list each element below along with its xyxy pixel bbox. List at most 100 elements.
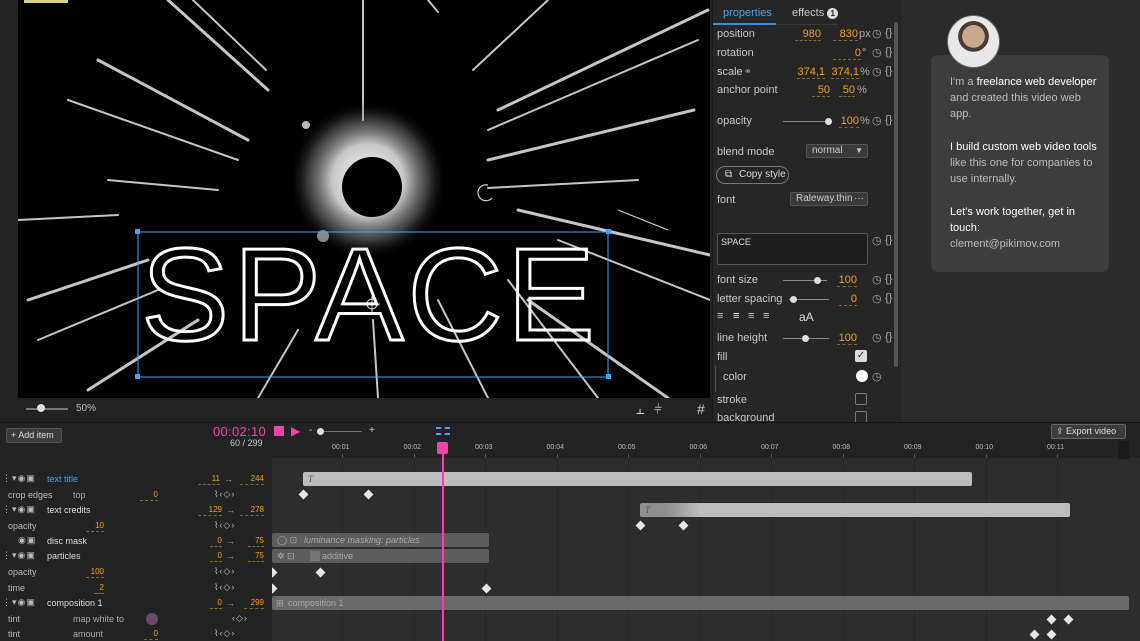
tab-properties[interactable]: properties <box>723 7 772 19</box>
time-ruler[interactable]: 00:01 00:02 00:03 00:04 00:05 00:06 00:07 00:08… <box>272 440 1140 458</box>
tab-effects[interactable]: effects 1 <box>792 7 839 19</box>
keyframe-clock-icon[interactable]: ◷ <box>872 114 882 127</box>
align-left-icon[interactable]: ≡ <box>717 310 723 322</box>
zoom-out-icon[interactable]: - <box>309 425 312 436</box>
keyframe-nav-icon[interactable]: ⌇‹◇› <box>214 582 235 593</box>
layer-text-title[interactable]: ⋮▾◉▣ text title 11 → 244 <box>0 472 272 487</box>
property-value[interactable]: 2 <box>94 583 104 594</box>
clip-disc-mask[interactable]: ◯ ⊡ luminance masking: particles <box>272 533 489 547</box>
layer-start[interactable]: 0 <box>210 536 222 547</box>
layer-start[interactable]: 11 <box>198 474 220 485</box>
properties-scrollbar[interactable] <box>894 22 898 367</box>
scale-y-field[interactable]: 374,1 <box>831 66 859 79</box>
property-tint-amount[interactable]: tint amount 0 ⌇‹◇› <box>0 627 272 641</box>
expression-icon[interactable]: {} <box>885 292 892 304</box>
keyframe-nav-icon[interactable]: ‹◇› <box>232 613 248 624</box>
timeline-zoom-knob[interactable] <box>317 428 324 435</box>
rotation-field[interactable]: 0 <box>833 47 861 60</box>
contact-email-link[interactable]: clement@pikimov.com <box>950 238 1060 250</box>
property-opacity[interactable]: opacity 100 ⌇‹◇› <box>0 565 272 580</box>
keyframe-clock-icon[interactable]: ◷ <box>872 370 882 383</box>
expression-icon[interactable]: {} <box>885 331 892 343</box>
property-tint-color[interactable]: tint map white to ‹◇› <box>0 612 272 627</box>
keyframe[interactable] <box>298 489 309 500</box>
stop-icon[interactable] <box>274 426 284 436</box>
property-value[interactable]: 0 <box>144 629 158 640</box>
layer-controls-icon[interactable]: ◉▣ <box>18 535 36 546</box>
clip-text-credits[interactable]: T <box>640 503 1070 517</box>
layer-controls-icon[interactable]: ⋮▾◉▣ <box>2 597 36 608</box>
align-justify-icon[interactable]: ≡ <box>763 310 769 322</box>
opacity-field[interactable]: 100 <box>839 115 859 128</box>
font-size-field[interactable]: 100 <box>837 274 857 287</box>
keyframe-clock-icon[interactable]: ◷ <box>872 292 882 305</box>
position-x-field[interactable]: 980 <box>795 28 821 41</box>
grid-icon[interactable]: # <box>697 402 705 416</box>
layer-disc-mask[interactable]: ◉▣ disc mask 0 → 75 <box>0 534 272 549</box>
clip-particles[interactable]: ✲ ⊡ additive <box>272 549 489 563</box>
text-content-input[interactable]: SPACE <box>717 233 868 265</box>
layer-end[interactable]: 244 <box>240 474 264 485</box>
layer-name[interactable]: text title <box>47 474 78 484</box>
keyframe-nav-icon[interactable]: ⌇‹◇› <box>214 628 235 639</box>
copy-style-button[interactable]: ⧉ Copy style <box>716 166 789 184</box>
line-height-slider-knob[interactable] <box>802 335 809 342</box>
layer-name[interactable]: disc mask <box>47 536 87 546</box>
clip-text-title[interactable]: T <box>303 472 972 486</box>
layer-start[interactable]: 0 <box>210 598 222 609</box>
text-case-button[interactable]: aA <box>799 310 814 324</box>
layer-start[interactable]: 129 <box>198 505 222 516</box>
keyframe[interactable] <box>1046 629 1057 640</box>
timeline-zoom-slider[interactable] <box>318 431 362 432</box>
keyframe-nav-icon[interactable]: ⌇‹◇› <box>214 489 235 500</box>
layer-name[interactable]: composition 1 <box>47 598 103 608</box>
keyframe[interactable] <box>481 583 492 594</box>
expression-icon[interactable]: {} <box>885 234 892 246</box>
link-icon[interactable]: ⚭ <box>744 66 752 77</box>
anchor-y-field[interactable]: 50 <box>839 84 855 97</box>
play-icon[interactable]: ▶ <box>291 424 300 438</box>
font-select[interactable]: Raleway.thin ··· <box>790 192 868 206</box>
playhead-handle[interactable] <box>437 442 448 454</box>
layer-end[interactable]: 75 <box>248 551 264 562</box>
layer-particles[interactable]: ⋮▾◉▣ particles 0 → 75 <box>0 549 272 564</box>
zoom-slider-knob[interactable] <box>37 404 45 412</box>
tint-color-swatch[interactable] <box>146 613 158 625</box>
keyframe-clock-icon[interactable]: ◷ <box>872 234 882 247</box>
keyframe-clock-icon[interactable]: ◷ <box>872 273 882 286</box>
layer-end[interactable]: 75 <box>248 536 264 547</box>
property-value[interactable]: 10 <box>86 521 104 532</box>
layer-controls-icon[interactable]: ⋮▾◉▣ <box>2 550 36 561</box>
layer-end[interactable]: 278 <box>240 505 264 516</box>
keyframe[interactable] <box>363 489 374 500</box>
layer-text-credits[interactable]: ⋮▾◉▣ text credits 129 → 278 <box>0 503 272 518</box>
current-timecode[interactable]: 00:02:10 <box>213 424 266 439</box>
property-time[interactable]: time 2 ⌇‹◇› <box>0 581 272 596</box>
layer-name[interactable]: text credits <box>47 505 91 515</box>
property-value[interactable]: 100 <box>86 567 104 578</box>
keyframe[interactable] <box>315 567 326 578</box>
layer-controls-icon[interactable]: ⋮▾◉▣ <box>2 504 36 515</box>
zoom-slider-track[interactable] <box>26 408 68 410</box>
anchor-x-field[interactable]: 50 <box>812 84 830 97</box>
scale-x-field[interactable]: 374,1 <box>797 66 825 79</box>
work-area-marker[interactable] <box>436 427 450 435</box>
timeline-tracks[interactable]: T T ◯ ⊡ luminance masking: particles ✲ ⊡ a… <box>267 458 1140 641</box>
expression-icon[interactable]: {} <box>885 46 892 58</box>
line-height-field[interactable]: 100 <box>837 332 857 345</box>
keyframe-clock-icon[interactable]: ◷ <box>872 27 882 40</box>
zoom-in-icon[interactable]: + <box>369 425 375 436</box>
opacity-slider[interactable] <box>783 121 829 122</box>
keyframe-clock-icon[interactable]: ◷ <box>872 65 882 78</box>
opacity-slider-knob[interactable] <box>825 118 832 125</box>
align-vertical-icon[interactable]: ⫩ <box>654 402 662 416</box>
layer-end[interactable]: 299 <box>244 598 264 609</box>
layer-composition-1[interactable]: ⋮▾◉▣ composition 1 0 → 299 <box>0 596 272 611</box>
position-y-field[interactable]: 830 <box>833 28 858 41</box>
clip-composition-1[interactable]: ⊞ composition 1 <box>272 596 1129 610</box>
expression-icon[interactable]: {} <box>885 273 892 285</box>
letter-spacing-field[interactable]: 0 <box>839 293 857 306</box>
keyframe[interactable] <box>678 520 689 531</box>
stroke-checkbox[interactable] <box>855 393 867 405</box>
align-right-icon[interactable]: ≡ <box>748 310 754 322</box>
